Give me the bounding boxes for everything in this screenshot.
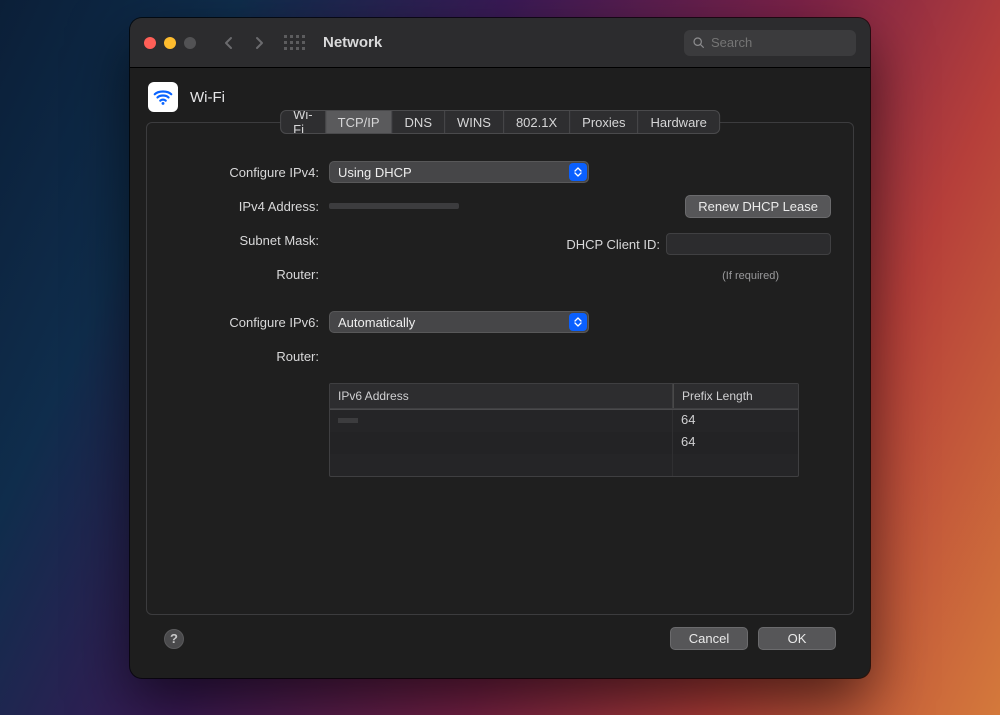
interface-title: Wi-Fi	[190, 89, 225, 106]
wifi-icon-badge	[148, 82, 178, 112]
tab-hardware[interactable]: Hardware	[639, 111, 719, 133]
zoom-window-button[interactable]	[184, 37, 196, 49]
ipv6-cell-address	[330, 432, 673, 454]
chevron-right-icon	[254, 36, 264, 50]
search-field[interactable]	[684, 30, 856, 56]
help-button[interactable]: ?	[164, 629, 184, 649]
sheet-header: Wi-Fi	[146, 82, 854, 112]
tab-dns[interactable]: DNS	[393, 111, 445, 133]
show-all-button[interactable]	[284, 35, 305, 50]
settings-panel: Wi-Fi TCP/IP DNS WINS 802.1X Proxies Har…	[146, 122, 854, 615]
cancel-button[interactable]: Cancel	[670, 627, 748, 650]
ipv6-row[interactable]: 64	[330, 410, 798, 432]
back-button[interactable]	[218, 32, 240, 54]
tab-proxies[interactable]: Proxies	[570, 111, 638, 133]
search-icon	[692, 36, 705, 49]
ipv6-col-prefix[interactable]: Prefix Length	[673, 384, 798, 408]
search-input[interactable]	[711, 35, 848, 50]
close-window-button[interactable]	[144, 37, 156, 49]
configure-ipv6-value: Automatically	[338, 315, 415, 330]
minimize-window-button[interactable]	[164, 37, 176, 49]
select-stepper-icon	[569, 163, 587, 181]
window-controls	[144, 37, 196, 49]
content-area: Wi-Fi Wi-Fi TCP/IP DNS WINS 802.1X Proxi…	[130, 68, 870, 678]
configure-ipv4-label: Configure IPv4:	[169, 165, 329, 180]
configure-ipv4-value: Using DHCP	[338, 165, 412, 180]
ipv4-address-value	[329, 203, 459, 209]
sheet-footer: ? Cancel OK	[146, 615, 854, 664]
tab-tcpip[interactable]: TCP/IP	[326, 111, 393, 133]
ok-button[interactable]: OK	[758, 627, 836, 650]
prefs-window: Network Wi-Fi Wi-Fi TCP/IP DNS	[130, 18, 870, 678]
select-stepper-icon	[569, 313, 587, 331]
configure-ipv4-select[interactable]: Using DHCP	[329, 161, 589, 183]
subnet-mask-label: Subnet Mask:	[169, 233, 329, 248]
ipv6-table: IPv6 Address Prefix Length 64 64	[329, 383, 799, 477]
wifi-icon	[152, 86, 174, 108]
ipv6-row	[330, 454, 798, 476]
dhcp-client-id-hint: (If required)	[722, 270, 779, 282]
tab-8021x[interactable]: 802.1X	[504, 111, 570, 133]
window-title: Network	[323, 34, 382, 51]
tcpip-pane: Configure IPv4: Using DHCP IPv4 Addr	[147, 123, 853, 495]
configure-ipv6-select[interactable]: Automatically	[329, 311, 589, 333]
chevron-left-icon	[224, 36, 234, 50]
renew-dhcp-button[interactable]: Renew DHCP Lease	[685, 195, 831, 218]
tab-wins[interactable]: WINS	[445, 111, 504, 133]
dhcp-client-id-input[interactable]	[666, 233, 831, 255]
forward-button[interactable]	[248, 32, 270, 54]
ipv6-router-label: Router:	[169, 349, 329, 364]
tab-bar: Wi-Fi TCP/IP DNS WINS 802.1X Proxies Har…	[280, 110, 720, 134]
ipv6-cell-address	[330, 410, 673, 432]
ipv6-row[interactable]: 64	[330, 432, 798, 454]
ipv6-cell-prefix: 64	[673, 410, 798, 432]
titlebar: Network	[130, 18, 870, 68]
tab-wifi[interactable]: Wi-Fi	[281, 111, 326, 133]
dhcp-client-id-label: DHCP Client ID:	[566, 237, 660, 252]
configure-ipv6-label: Configure IPv6:	[169, 315, 329, 330]
ipv6-col-address[interactable]: IPv6 Address	[330, 384, 673, 408]
ipv6-table-body: 64 64	[330, 410, 798, 476]
ipv4-router-label: Router:	[169, 267, 329, 282]
ipv6-cell-prefix: 64	[673, 432, 798, 454]
ipv4-address-label: IPv4 Address:	[169, 199, 329, 214]
ipv6-table-header: IPv6 Address Prefix Length	[330, 384, 798, 409]
